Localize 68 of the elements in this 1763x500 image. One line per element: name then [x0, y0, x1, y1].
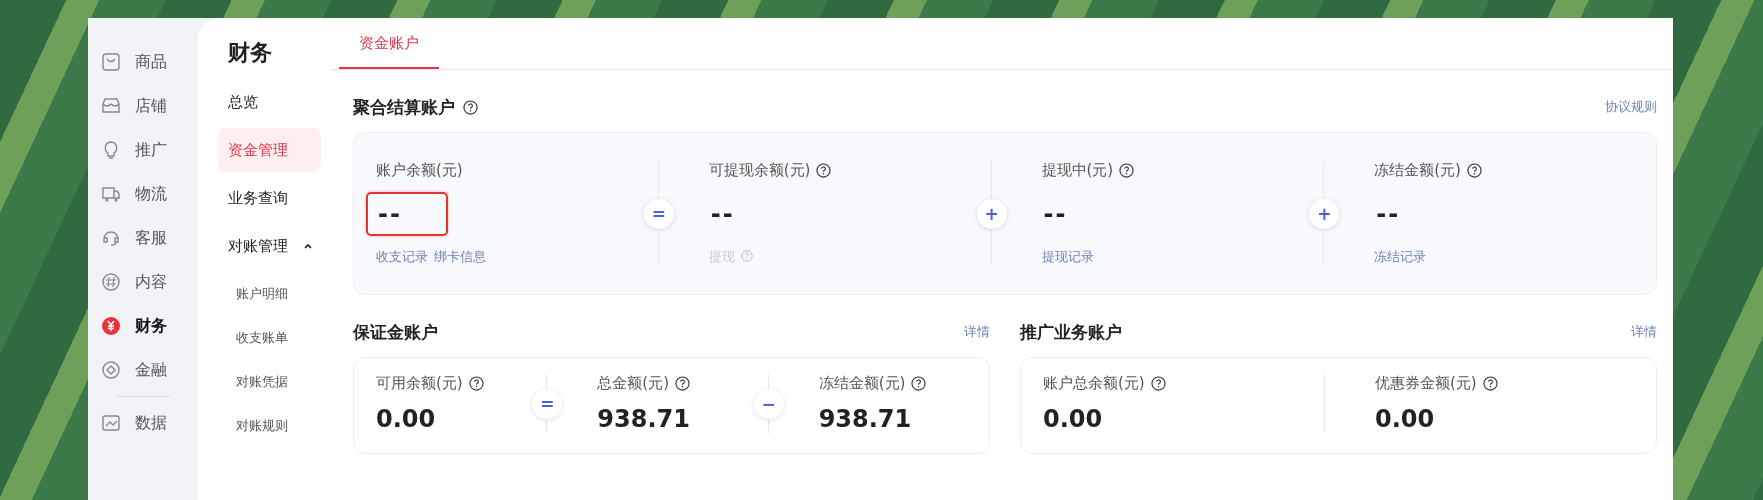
store-icon [101, 96, 121, 116]
help-icon[interactable] [911, 376, 927, 391]
record-link[interactable]: 提现记录 [1041, 248, 1094, 266]
metric-label: 可用余额(元) [376, 374, 463, 393]
highlighted-value: -- [366, 192, 448, 236]
metric-value: 0.00 [1043, 405, 1103, 433]
sidebar-item[interactable]: 商品 [101, 40, 185, 84]
nav-item[interactable]: 业务查询 [218, 176, 321, 220]
sidebar-item[interactable]: 金融 [101, 348, 185, 392]
help-icon[interactable] [675, 376, 691, 391]
nav-item[interactable]: 总览 [218, 80, 321, 124]
metric-label: 可提现余额(元) [708, 161, 811, 180]
details-link[interactable]: 详情 [964, 323, 990, 341]
record-link[interactable]: 绑卡信息 [434, 248, 486, 266]
yuan-icon [101, 316, 121, 336]
metric-label: 账户余额(元) [376, 161, 463, 180]
nav-title: 财务 [228, 39, 273, 67]
details-link[interactable]: 详情 [1631, 323, 1657, 341]
sidebar-item[interactable]: 客服 [101, 216, 185, 260]
metric-value: 938.71 [597, 405, 690, 433]
help-icon[interactable] [1466, 163, 1482, 178]
metric-value: -- [1375, 199, 1402, 230]
metric-label: 冻结金额(元) [818, 374, 906, 393]
record-link[interactable]: 冻结记录 [1374, 248, 1427, 266]
sidebar-item[interactable]: 数据 [101, 401, 185, 445]
operator-sign: + [976, 198, 1007, 229]
section-title: 推广业务账户 [1020, 320, 1122, 344]
nav-item[interactable]: 资金管理 [218, 128, 321, 172]
metric-value: -- [1042, 199, 1069, 230]
sidebar-item[interactable]: 内容 [101, 260, 185, 304]
help-icon[interactable] [1150, 376, 1166, 391]
metric-label: 优惠券金额(元) [1375, 374, 1477, 393]
sidebar-item[interactable]: 物流 [101, 172, 185, 216]
nav-subitem[interactable]: 收支账单 [218, 316, 321, 360]
sidebar-item[interactable]: 店铺 [101, 84, 185, 128]
help-icon[interactable] [1482, 376, 1498, 391]
help-icon[interactable] [1119, 163, 1135, 178]
record-link[interactable]: 收支记录 [376, 248, 428, 266]
chart-icon [101, 413, 121, 433]
sidebar-item[interactable]: 推广 [101, 128, 185, 172]
help-icon[interactable] [463, 99, 478, 115]
nav-subitem[interactable]: 对账规则 [218, 404, 321, 448]
truck-icon [101, 184, 121, 204]
metric-value: 938.71 [818, 405, 912, 433]
operator-sign: = [643, 198, 674, 229]
help-icon[interactable] [468, 376, 484, 391]
nav-item[interactable]: 对账管理 [218, 224, 321, 268]
metric-value: 0.00 [1375, 405, 1435, 433]
help-icon[interactable] [816, 163, 832, 178]
operator-sign: = [532, 388, 563, 419]
sidebar-item[interactable]: 财务 [101, 304, 185, 348]
operator-sign: + [1309, 198, 1340, 229]
metric-label: 提现中(元) [1041, 161, 1114, 180]
section-title: 保证金账户 [353, 320, 438, 344]
metric-value: -- [709, 199, 736, 230]
metric-label: 冻结金额(元) [1374, 161, 1461, 180]
agreement-link[interactable]: 协议规则 [1605, 98, 1657, 116]
tab[interactable]: 资金账户 [339, 18, 439, 69]
hashtag-icon [101, 272, 121, 292]
metric-label: 总金额(元) [597, 374, 670, 393]
metric-value: 0.00 [376, 405, 436, 433]
nav-subitem[interactable]: 对账凭据 [218, 360, 321, 404]
nav-subitem[interactable]: 账户明细 [218, 272, 321, 316]
section-title: 聚合结算账户 [353, 95, 455, 119]
headset-icon [101, 228, 121, 248]
bag-icon [101, 52, 121, 72]
operator-sign: − [753, 388, 784, 419]
metric-label: 账户总余额(元) [1043, 374, 1145, 393]
